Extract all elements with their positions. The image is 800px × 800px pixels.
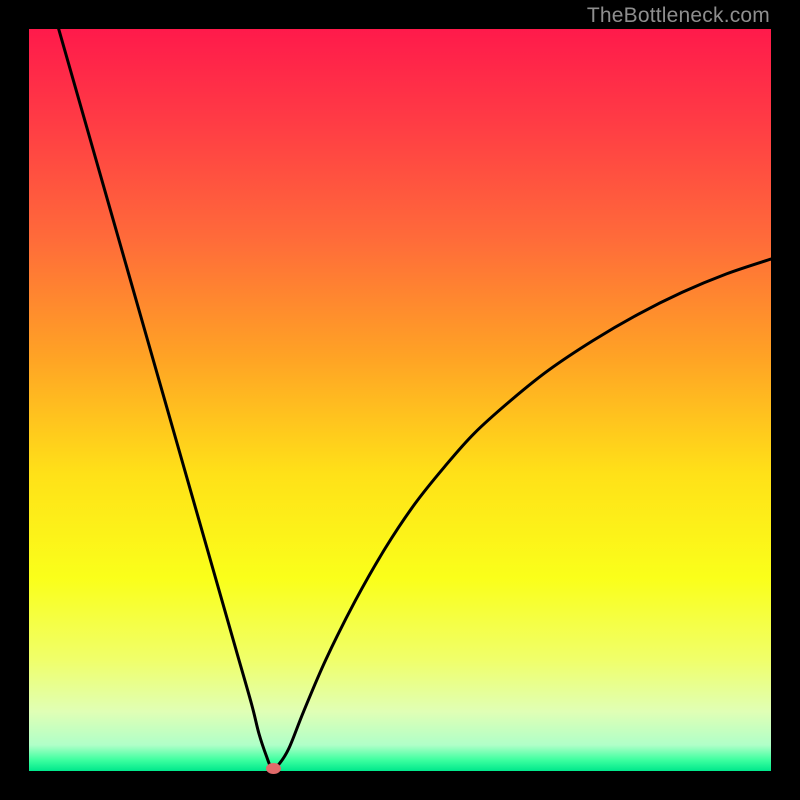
plot-frame (29, 29, 771, 771)
watermark-text: TheBottleneck.com (587, 4, 770, 28)
gradient-background (29, 29, 771, 771)
optimal-point-marker (266, 763, 281, 774)
plot-svg (29, 29, 771, 771)
